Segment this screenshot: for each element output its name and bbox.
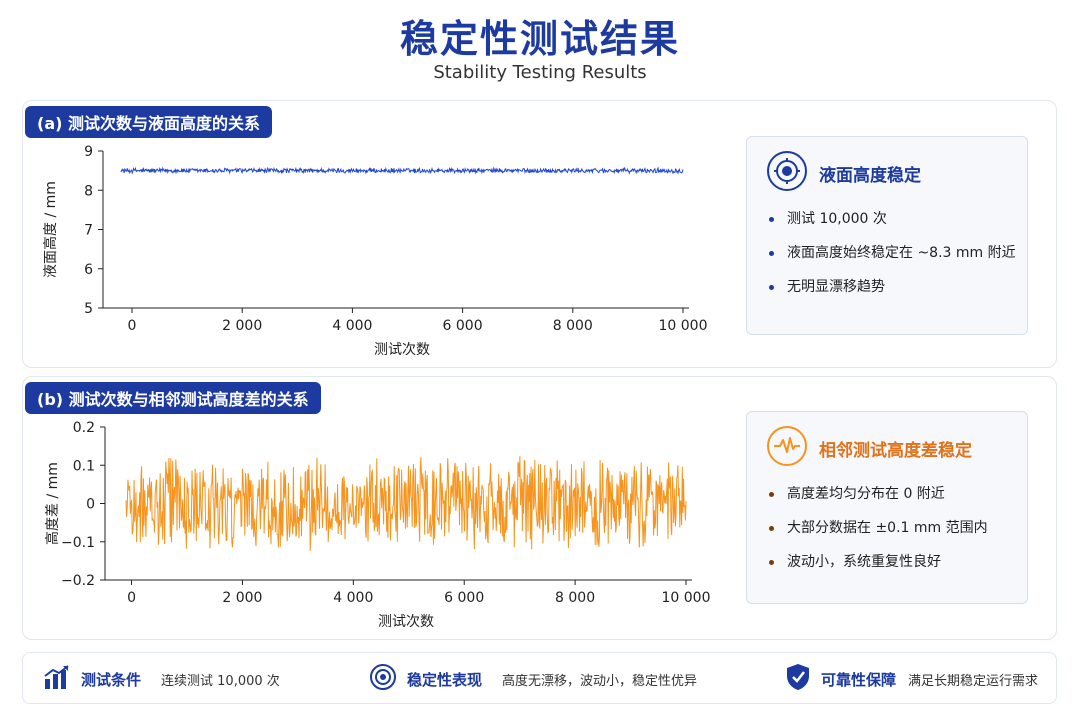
y-axis-label: 液面高度 / mm (42, 181, 59, 278)
footer-item-reliability: 可靠性保障 满足长期稳定运行需求 (785, 663, 1039, 695)
x-axis-label: 测试次数 (378, 614, 434, 630)
list-item: 测试 10,000 次 (769, 209, 1016, 243)
x-tick-label: 6 000 (444, 590, 484, 606)
info-card-liquid-height: 液面高度稳定 测试 10,000 次 液面高度始终稳定在 ~8.3 mm 附近 … (746, 136, 1028, 335)
page-subtitle: Stability Testing Results (433, 62, 647, 83)
y-tick-label: 0 (86, 497, 95, 513)
page-title: 稳定性测试结果 (399, 17, 680, 61)
x-tick-label: 6 000 (443, 318, 483, 334)
footer-value: 高度无漂移，波动小，稳定性优异 (502, 673, 698, 689)
series-line (125, 456, 687, 551)
x-tick-label: 2 000 (222, 318, 262, 334)
y-tick-label: 8 (84, 183, 93, 199)
y-tick-label: 6 (84, 262, 93, 278)
footer-item-test-conditions: 测试条件 连续测试 10,000 次 (43, 665, 280, 693)
card-a-bullets: 测试 10,000 次 液面高度始终稳定在 ~8.3 mm 附近 无明显漂移趋势 (769, 209, 1016, 311)
x-tick-label: 8 000 (553, 318, 593, 334)
bar-chart-icon (43, 664, 71, 694)
footer-value: 满足长期稳定运行需求 (908, 673, 1039, 689)
x-tick-label: 0 (127, 590, 136, 606)
footer-label: 可靠性保障 (821, 670, 897, 689)
list-item: 无明显漂移趋势 (769, 277, 1016, 311)
y-tick-label: 7 (84, 223, 93, 239)
card-b-title: 相邻测试高度差稳定 (819, 441, 972, 461)
footer-summary: 测试条件 连续测试 10,000 次 稳定性表现 高度无漂移，波动小，稳定性优异… (22, 652, 1057, 704)
x-tick-label: 2 000 (222, 590, 262, 606)
y-tick-label: 5 (84, 301, 93, 317)
y-tick-label: 9 (84, 144, 93, 160)
card-a-title: 液面高度稳定 (819, 166, 921, 186)
list-item: 波动小，系统重复性良好 (769, 552, 988, 586)
x-tick-label: 0 (128, 318, 137, 334)
panel-height-difference: (b) 测试次数与相邻测试高度差的关系 −0.2 −0.1 0 0.1 0.2 0 2 00… (22, 376, 1057, 640)
list-item: 液面高度始终稳定在 ~8.3 mm 附近 (769, 243, 1016, 277)
footer-label: 稳定性表现 (407, 670, 483, 689)
x-axis-label: 测试次数 (374, 342, 430, 358)
chart-height-difference: −0.2 −0.1 0 0.1 0.2 0 2 000 4 000 6 000 8 000 10 0… (44, 420, 711, 630)
y-axis-label: 高度差 / mm (44, 462, 61, 545)
list-item: 大部分数据在 ±0.1 mm 范围内 (769, 518, 988, 552)
footer-label: 测试条件 (81, 670, 142, 689)
list-item: 高度差均匀分布在 0 附近 (769, 484, 988, 518)
footer-item-stability: 稳定性表现 高度无漂移，波动小，稳定性优异 (369, 663, 698, 695)
card-b-bullets: 高度差均匀分布在 0 附近 大部分数据在 ±0.1 mm 范围内 波动小，系统重… (769, 484, 988, 586)
target-icon (767, 151, 807, 191)
y-tick-label: 0.1 (73, 458, 95, 474)
shield-check-icon (785, 663, 811, 695)
x-tick-label: 10 000 (662, 590, 711, 606)
footer-value: 连续测试 10,000 次 (161, 673, 280, 689)
x-tick-label: 4 000 (332, 318, 372, 334)
info-card-height-difference: 相邻测试高度差稳定 高度差均匀分布在 0 附近 大部分数据在 ±0.1 mm 范… (746, 411, 1028, 604)
panel-liquid-height: (a) 测试次数与液面高度的关系 5678902 000 4 000 6 000 8 … (22, 100, 1057, 368)
y-tick-label: −0.2 (61, 573, 95, 589)
x-tick-label: 8 000 (555, 590, 595, 606)
y-tick-label: −0.1 (61, 535, 95, 551)
x-tick-label: 10 000 (659, 318, 708, 334)
chart-liquid-height: 5 6 7 8 9 0 2 000 4 000 6 000 8 000 10 000 测试次数 液面高度… (42, 144, 708, 358)
series-line (120, 166, 684, 175)
target-icon (369, 663, 397, 695)
waveform-icon (767, 426, 807, 466)
y-tick-label: 0.2 (73, 420, 95, 436)
x-tick-label: 4 000 (333, 590, 373, 606)
